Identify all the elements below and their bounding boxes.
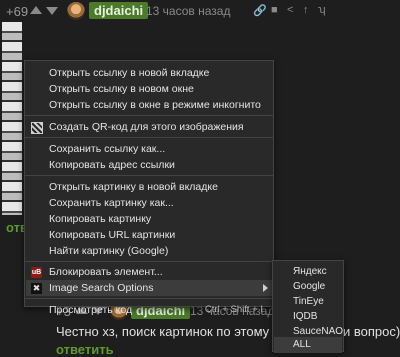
avatar[interactable] (67, 2, 85, 20)
menu-copy-image-url[interactable]: Копировать URL картинки (49, 227, 175, 243)
submenu-item-yandex[interactable]: Яндекс (293, 264, 327, 280)
menu-copy-image[interactable]: Копировать картинку (49, 211, 151, 227)
submenu-item-tineye[interactable]: TinEye (293, 294, 324, 310)
menu-separator (25, 137, 273, 138)
context-menu: Открыть ссылку в новой вкладке Открыть с… (24, 60, 274, 316)
menu-save-link-as[interactable]: Сохранить ссылку как... (49, 141, 165, 157)
comment-time[interactable]: 13 часов назад (146, 4, 230, 18)
reply-link[interactable]: ответить (56, 342, 114, 357)
downvote-icon[interactable] (46, 7, 58, 15)
submenu-item-all[interactable]: ALL (293, 337, 311, 353)
image-search-icon: ✖ (31, 283, 42, 294)
menu-open-link-incognito[interactable]: Открыть ссылку в окне в режиме инкогнито (49, 97, 261, 113)
menu-separator (25, 298, 273, 299)
submenu-arrow-icon (263, 284, 268, 292)
comment-header: +69 djdaichi 13 часов назад 🔗 ■ < ↑ ʮ (0, 0, 400, 22)
menu-inspect-shortcut: Ctrl + Shift + I (204, 304, 263, 315)
submenu-item-iqdb[interactable]: IQDB (293, 309, 317, 325)
menu-copy-link-address[interactable]: Копировать адрес ссылки (49, 157, 175, 173)
menu-open-link-new-window[interactable]: Открыть ссылку в новом окне (49, 81, 194, 97)
share-icon[interactable]: < (287, 4, 293, 16)
menu-image-search-options[interactable]: Image Search Options (49, 280, 153, 296)
tree-icon[interactable]: ʮ (318, 4, 326, 16)
menu-block-element[interactable]: Блокировать элемент... (49, 264, 163, 280)
upvote-icon[interactable] (30, 6, 42, 14)
arrow-up-icon[interactable]: ↑ (303, 4, 309, 16)
menu-search-image-google[interactable]: Найти картинку (Google) (49, 243, 168, 259)
menu-separator (25, 261, 273, 262)
qr-code-icon (31, 122, 43, 134)
author-name[interactable]: djdaichi (89, 2, 149, 19)
menu-open-image-new-tab[interactable]: Открыть картинку в новой вкладке (49, 179, 218, 195)
comment-image[interactable] (2, 22, 22, 215)
menu-separator (25, 175, 273, 176)
comment-score: +69 (6, 4, 29, 19)
menu-inspect[interactable]: Просмотреть код (49, 302, 132, 318)
menu-separator (25, 115, 273, 116)
link-icon[interactable]: 🔗 (253, 4, 267, 17)
image-search-submenu: Яндекс Google TinEye IQDB SauceNAO ALL (272, 260, 344, 353)
ublock-icon: uB (31, 267, 42, 278)
submenu-item-google[interactable]: Google (293, 279, 325, 295)
save-icon[interactable]: ■ (271, 4, 278, 16)
menu-save-image-as[interactable]: Сохранить картинку как... (49, 195, 174, 211)
menu-create-qr[interactable]: Создать QR-код для этого изображения (49, 119, 244, 135)
menu-open-link-new-tab[interactable]: Открыть ссылку в новой вкладке (49, 65, 209, 81)
